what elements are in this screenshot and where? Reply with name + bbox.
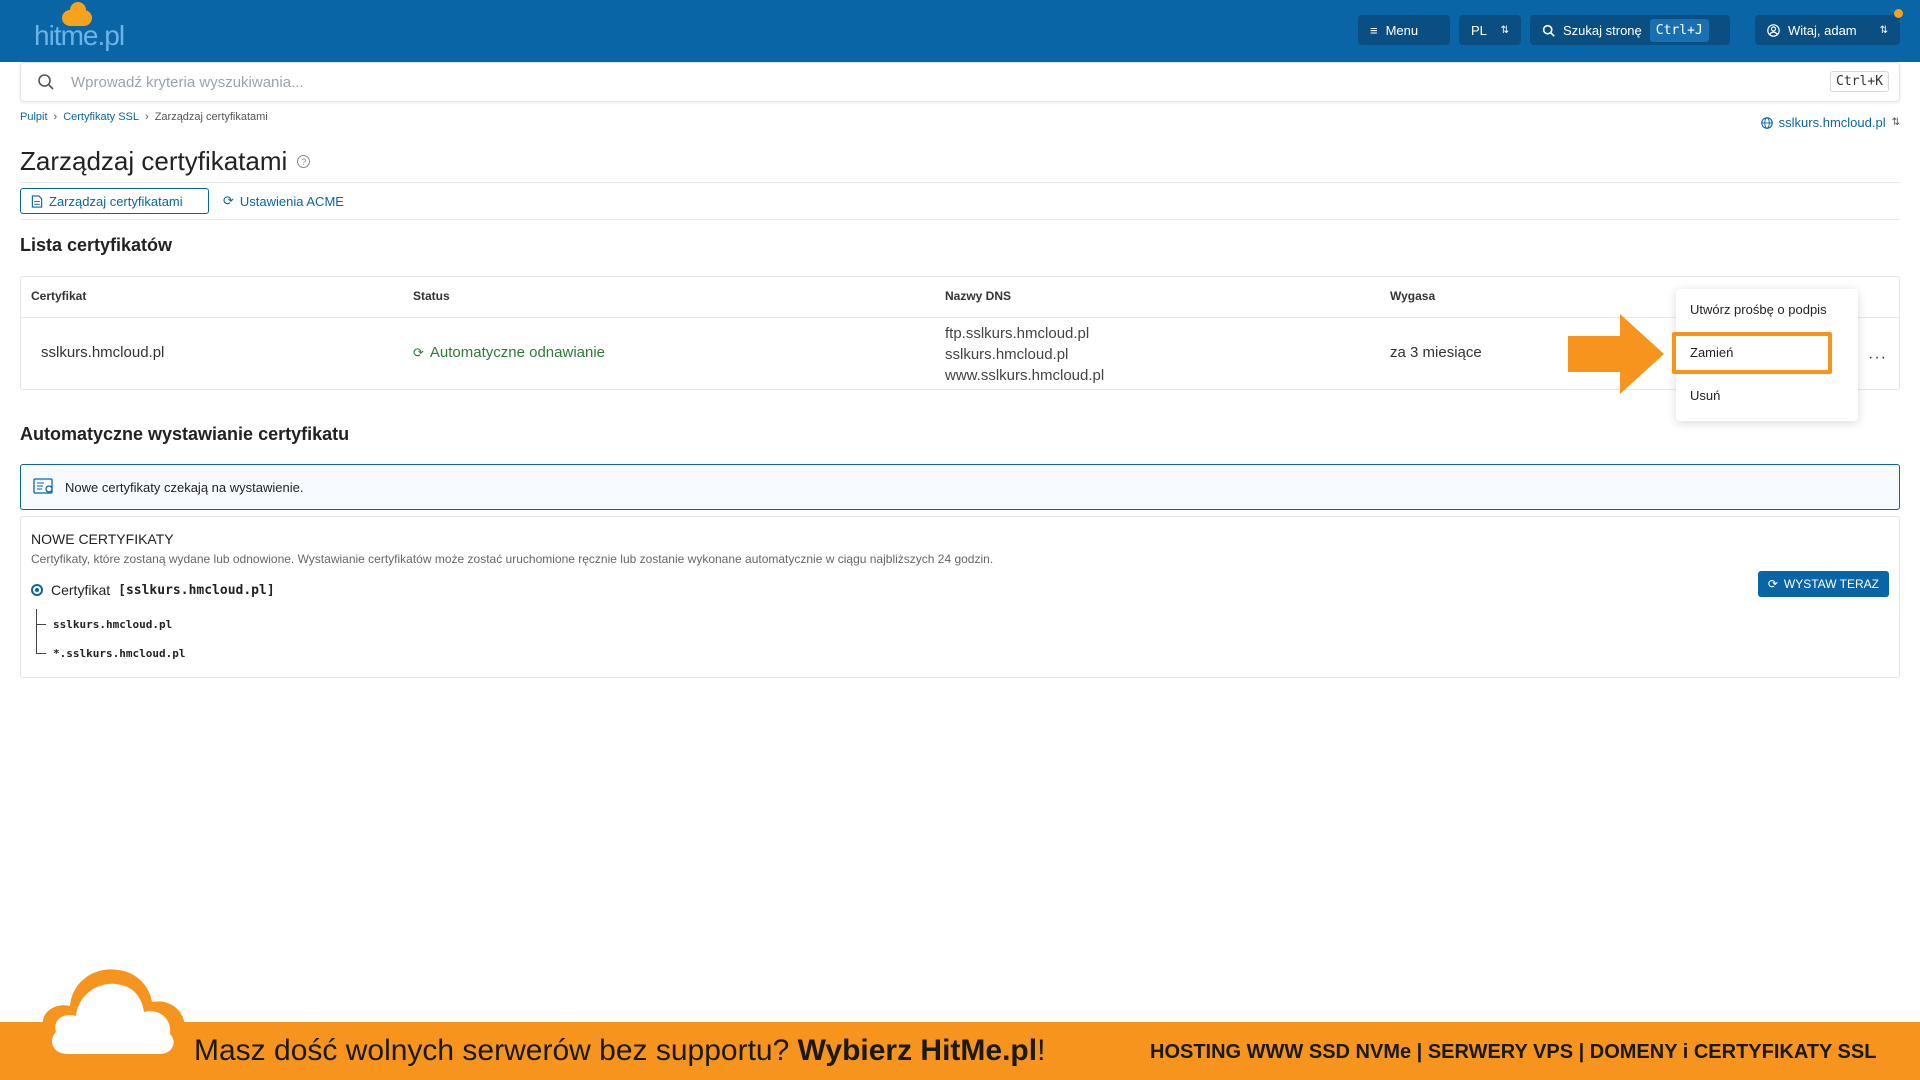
tab-manage-certificates[interactable]: Zarządzaj certyfikatami — [20, 188, 209, 214]
search-shortcut: Ctrl+J — [1649, 18, 1709, 42]
cert-status: ⟳ Automatyczne odnawianie — [413, 344, 605, 361]
notification-dot — [1894, 9, 1903, 18]
search-icon — [38, 74, 54, 90]
panel-description: Certyfikaty, które zostaną wydane lub od… — [31, 552, 994, 566]
domain-selector-label: sslkurs.hmcloud.pl — [1778, 115, 1886, 130]
user-menu-button[interactable]: Witaj, adam ⇅ — [1755, 9, 1903, 45]
banner-main-text: Masz dość wolnych serwerów bez supportu?… — [194, 1034, 1045, 1068]
top-bar: hitme.pl ≡ Menu PL ⇅ Szukaj stronę Ctrl+… — [0, 0, 1920, 62]
language-label: PL — [1471, 22, 1487, 38]
panel-title: NOWE CERTYFIKATY — [31, 531, 174, 547]
search-input[interactable]: Wprowadź kryteria wyszukiwania... — [71, 74, 304, 91]
cert-list-title: Lista certyfikatów — [20, 235, 173, 255]
page-title-text: Zarządzaj certyfikatami — [20, 146, 288, 176]
refresh-icon: ⟳ — [413, 344, 424, 360]
divider — [20, 182, 1900, 183]
breadcrumb-current: Zarządzaj certyfikatami — [154, 111, 268, 123]
refresh-icon: ⟳ — [1767, 577, 1778, 591]
banner-text: Masz dość wolnych serwerów bez supportu? — [194, 1034, 798, 1067]
banner-services-text: HOSTING WWW SSD NVMe | SERWERY VPS | DOM… — [1150, 1041, 1877, 1063]
cert-domain: *.sslkurs.hmcloud.pl — [53, 647, 186, 660]
cert-expires: za 3 miesiące — [1390, 344, 1482, 361]
hamburger-icon: ≡ — [1370, 22, 1378, 38]
column-header: Wygasa — [1390, 289, 1436, 303]
breadcrumb-link-ssl[interactable]: Certyfikaty SSL — [63, 111, 139, 123]
search-shortcut-hint: Ctrl+K — [1830, 71, 1889, 92]
highlight-frame — [1672, 332, 1832, 374]
globe-icon — [1760, 116, 1773, 129]
menu-item-create-csr[interactable]: Utwórz prośbę o podpis — [1690, 302, 1827, 317]
tab-acme-settings[interactable]: ⟳ Ustawienia ACME — [213, 188, 354, 214]
column-header: Certyfikat — [31, 289, 87, 303]
pointer-arrow-icon — [1568, 314, 1664, 394]
dns-names: ftp.sslkurs.hmcloud.pl sslkurs.hmcloud.p… — [945, 323, 1104, 386]
cert-radio-label: Certyfikat — [51, 582, 111, 598]
menu-item-delete[interactable]: Usuń — [1690, 388, 1720, 403]
dns-name: www.sslkurs.hmcloud.pl — [945, 367, 1105, 384]
tab-label: Zarządzaj certyfikatami — [49, 193, 183, 209]
chevron-updown-icon: ⇅ — [1879, 24, 1888, 36]
cert-radio-name: [sslkurs.hmcloud.pl] — [118, 582, 275, 598]
new-certificates-panel: NOWE CERTYFIKATY Certyfikaty, które zost… — [20, 516, 1900, 678]
breadcrumb-separator: › — [145, 111, 149, 123]
domain-selector[interactable]: sslkurs.hmcloud.pl ⇅ — [1760, 115, 1900, 130]
global-search-bar[interactable]: Wprowadź kryteria wyszukiwania... Ctrl+K — [20, 62, 1900, 102]
user-icon — [1767, 23, 1780, 37]
dns-name: ftp.sslkurs.hmcloud.pl — [945, 325, 1090, 342]
site-search-button[interactable]: Szukaj stronę Ctrl+J — [1530, 15, 1730, 45]
page-title: Zarządzaj certyfikatami ? — [20, 146, 311, 177]
dns-name: sslkurs.hmcloud.pl — [945, 346, 1069, 363]
site-search-label: Szukaj stronę — [1563, 22, 1642, 38]
cert-radio[interactable]: Certyfikat [sslkurs.hmcloud.pl] — [31, 582, 275, 598]
radio-icon[interactable] — [31, 584, 43, 596]
row-actions-button[interactable]: ··· — [1868, 349, 1887, 367]
cert-domain: sslkurs.hmcloud.pl — [53, 618, 173, 631]
auto-issue-title: Automatyczne wystawianie certyfikatu — [20, 424, 350, 444]
breadcrumb-separator: › — [53, 111, 58, 123]
language-select[interactable]: PL ⇅ — [1459, 15, 1521, 45]
tree-connector — [36, 653, 46, 654]
logo-text: hitme.pl — [34, 20, 125, 51]
column-header: Status — [413, 289, 450, 303]
document-icon — [31, 194, 43, 208]
cert-name[interactable]: sslkurs.hmcloud.pl — [41, 344, 164, 361]
menu-button[interactable]: ≡ Menu — [1358, 15, 1450, 45]
banner-text-end: ! — [1037, 1034, 1046, 1067]
cloud-icon — [39, 969, 189, 1062]
cert-status-label: Automatyczne odnawianie — [429, 344, 606, 361]
divider — [20, 219, 1900, 220]
search-icon — [1542, 24, 1555, 37]
column-header: Nazwy DNS — [945, 289, 1012, 303]
user-greeting: Witaj, adam — [1788, 22, 1857, 38]
info-alert: Nowe certyfikaty czekają na wystawienie. — [20, 464, 1900, 510]
help-icon[interactable]: ? — [297, 155, 311, 168]
info-text: Nowe certyfikaty czekają na wystawienie. — [65, 479, 304, 495]
menu-label: Menu — [1385, 22, 1419, 38]
issue-now-button[interactable]: ⟳ WYSTAW TERAZ — [1757, 571, 1889, 597]
issue-now-label: WYSTAW TERAZ — [1783, 577, 1879, 591]
tab-label: Ustawienia ACME — [239, 193, 344, 209]
tree-connector — [36, 624, 46, 625]
logo[interactable]: hitme.pl — [34, 2, 164, 52]
tree-connector — [36, 609, 37, 653]
certificate-icon — [33, 478, 53, 494]
chevron-updown-icon: ⇅ — [1500, 24, 1509, 36]
chevron-updown-icon: ⇅ — [1891, 117, 1900, 128]
refresh-icon: ⟳ — [223, 193, 234, 208]
breadcrumb: Pulpit › Certyfikaty SSL › Zarządzaj cer… — [20, 111, 268, 123]
breadcrumb-link-dashboard[interactable]: Pulpit — [20, 111, 48, 123]
banner-bold-text: Wybierz HitMe.pl — [797, 1034, 1038, 1067]
